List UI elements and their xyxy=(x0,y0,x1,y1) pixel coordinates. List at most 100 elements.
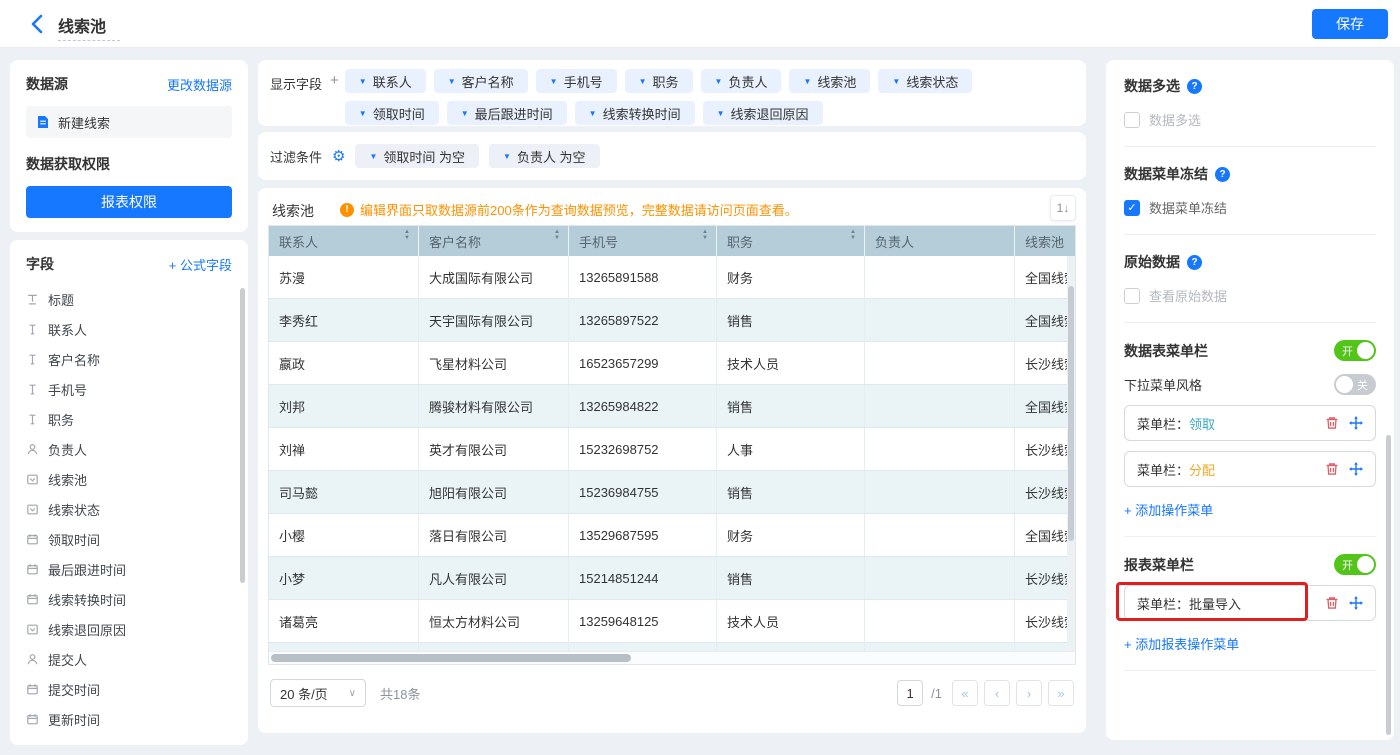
table-row[interactable]: 司马懿旭阳有限公司15236984755销售长沙线索 xyxy=(269,471,1075,514)
table-cell: 技术人员 xyxy=(717,342,865,384)
filter-chip-claimtime[interactable]: ▼领取时间 为空 xyxy=(355,144,479,168)
table-row[interactable]: 李秀红天宇国际有限公司13265897522销售全国线索 xyxy=(269,299,1075,342)
column-header-leadpool[interactable]: 线索池 xyxy=(1015,226,1075,256)
help-icon[interactable]: ? xyxy=(1215,167,1230,182)
display-chip-customer[interactable]: ▼客户名称 xyxy=(434,69,528,93)
page-size-select[interactable]: 20 条/页 ∨ xyxy=(270,679,366,707)
column-header-job[interactable]: 职务▲▼ xyxy=(717,226,865,256)
sort-icon[interactable]: ▲▼ xyxy=(850,229,856,241)
scrollbar-thumb[interactable] xyxy=(271,654,631,662)
add-formula-field-link[interactable]: + 公式字段 xyxy=(169,255,232,274)
trash-icon[interactable] xyxy=(1325,416,1339,430)
field-item-leadpool[interactable]: 线索池 xyxy=(26,464,232,494)
field-item-leadstatus[interactable]: 线索状态 xyxy=(26,494,232,524)
display-chip-contact[interactable]: ▼联系人 xyxy=(345,69,426,93)
field-item-lastfollow[interactable]: 最后跟进时间 xyxy=(26,554,232,584)
display-chip-owner[interactable]: ▼负责人 xyxy=(701,69,782,93)
scrollbar-thumb[interactable] xyxy=(1068,286,1074,541)
display-chip-leadpool[interactable]: ▼线索池 xyxy=(789,69,870,93)
display-chip-claimtime[interactable]: ▼领取时间 xyxy=(345,101,439,125)
save-button[interactable]: 保存 xyxy=(1312,9,1388,39)
table-header-row: 联系人▲▼ 客户名称▲▼ 手机号▲▼ 职务▲▼ 负责人 线索池 xyxy=(269,226,1075,256)
prev-page-button[interactable]: ‹ xyxy=(984,680,1010,706)
column-header-phone[interactable]: 手机号▲▼ xyxy=(569,226,717,256)
menu-freeze-checkbox[interactable]: ✓ 数据菜单冻结 xyxy=(1124,198,1376,217)
add-action-menu-link[interactable]: + 添加操作菜单 xyxy=(1124,500,1376,519)
last-page-button[interactable]: » xyxy=(1048,680,1074,706)
sort-icon[interactable]: ▲▼ xyxy=(404,229,410,241)
table-cell: 小樱 xyxy=(269,514,419,556)
table-row[interactable]: 刘禅英才有限公司15232698752人事长沙线索 xyxy=(269,428,1075,471)
add-display-field-button[interactable]: + xyxy=(330,74,339,88)
field-item-updatetime[interactable]: 更新时间 xyxy=(26,704,232,734)
checkbox-checked-icon[interactable]: ✓ xyxy=(1124,200,1140,216)
report-permission-button[interactable]: 报表权限 xyxy=(26,186,232,218)
field-item-job[interactable]: 职务 xyxy=(26,404,232,434)
table-row[interactable]: 诸葛亮恒太方材料公司13259648125技术人员长沙线索 xyxy=(269,600,1075,643)
field-item-converttime[interactable]: 线索转换时间 xyxy=(26,584,232,614)
table-horizontal-scrollbar[interactable] xyxy=(269,651,1075,664)
sort-icon[interactable]: ▲▼ xyxy=(702,229,708,241)
trash-icon[interactable] xyxy=(1325,596,1339,610)
sort-icon[interactable]: ▲▼ xyxy=(554,229,560,241)
display-chip-converttime[interactable]: ▼线索转换时间 xyxy=(575,101,695,125)
table-row-partial[interactable] xyxy=(269,643,1075,651)
trash-icon[interactable] xyxy=(1325,462,1339,476)
field-item-contact[interactable]: 联系人 xyxy=(26,314,232,344)
datasource-item[interactable]: 新建线索 xyxy=(26,106,232,138)
display-chip-lastfollow[interactable]: ▼最后跟进时间 xyxy=(447,101,567,125)
column-header-owner[interactable]: 负责人 xyxy=(865,226,1015,256)
display-chip-returnreason[interactable]: ▼线索退回原因 xyxy=(703,101,823,125)
change-datasource-link[interactable]: 更改数据源 xyxy=(167,75,232,94)
dropdown-style-toggle[interactable]: 关 xyxy=(1334,374,1376,395)
caret-down-icon: ▼ xyxy=(448,77,456,86)
field-item-owner[interactable]: 负责人 xyxy=(26,434,232,464)
field-item-submittime[interactable]: 提交时间 xyxy=(26,674,232,704)
move-icon[interactable] xyxy=(1349,462,1363,476)
move-icon[interactable] xyxy=(1349,596,1363,610)
person-icon xyxy=(26,653,39,666)
caret-down-icon: ▼ xyxy=(715,77,723,86)
back-icon[interactable] xyxy=(28,14,46,34)
help-icon[interactable]: ? xyxy=(1187,79,1202,94)
settings-scrollbar[interactable] xyxy=(1386,435,1391,735)
field-item-customer[interactable]: 客户名称 xyxy=(26,344,232,374)
field-item-claimtime[interactable]: 领取时间 xyxy=(26,524,232,554)
field-item-phone[interactable]: 手机号 xyxy=(26,374,232,404)
report-menu-toggle[interactable]: 开 xyxy=(1334,554,1376,575)
fields-scrollbar[interactable] xyxy=(240,288,245,583)
menu-item-assign[interactable]: 菜单栏：分配 xyxy=(1124,451,1376,487)
checkbox-unchecked-icon[interactable] xyxy=(1124,112,1140,128)
gear-icon[interactable]: ⚙ xyxy=(332,149,345,164)
next-page-button[interactable]: › xyxy=(1016,680,1042,706)
table-menu-toggle[interactable]: 开 xyxy=(1334,340,1376,361)
menu-item-batch-import[interactable]: 菜单栏：批量导入 xyxy=(1124,585,1376,621)
table-row[interactable]: 刘邦腾骏材料有限公司13265984822销售全国线索 xyxy=(269,385,1075,428)
multi-select-checkbox[interactable]: 数据多选 xyxy=(1124,110,1376,129)
field-item-submitter[interactable]: 提交人 xyxy=(26,644,232,674)
menu-item-claim[interactable]: 菜单栏：领取 xyxy=(1124,405,1376,441)
table-vertical-scrollbar[interactable] xyxy=(1067,256,1075,651)
column-header-customer[interactable]: 客户名称▲▼ xyxy=(419,226,569,256)
help-icon[interactable]: ? xyxy=(1187,255,1202,270)
column-header-contact[interactable]: 联系人▲▼ xyxy=(269,226,419,256)
add-report-action-menu-link[interactable]: + 添加报表操作菜单 xyxy=(1124,634,1376,653)
display-chip-leadstatus[interactable]: ▼线索状态 xyxy=(878,69,972,93)
raw-data-checkbox[interactable]: 查看原始数据 xyxy=(1124,286,1376,305)
filter-chip-owner[interactable]: ▼负责人 为空 xyxy=(489,144,600,168)
table-row[interactable]: 嬴政飞星材料公司16523657299技术人员长沙线索 xyxy=(269,342,1075,385)
checkbox-unchecked-icon[interactable] xyxy=(1124,288,1140,304)
table-row[interactable]: 小樱落日有限公司13529687595财务全国线索 xyxy=(269,514,1075,557)
display-chip-job[interactable]: ▼职务 xyxy=(625,69,693,93)
move-icon[interactable] xyxy=(1349,416,1363,430)
table-cell xyxy=(865,557,1015,599)
total-count: 共18条 xyxy=(380,684,420,703)
field-item-returnreason[interactable]: 线索退回原因 xyxy=(26,614,232,644)
sort-order-icon[interactable]: 1↓ xyxy=(1050,195,1076,221)
table-row[interactable]: 小梦凡人有限公司15214851244销售长沙线索 xyxy=(269,557,1075,600)
field-item-title[interactable]: 标题 xyxy=(26,284,232,314)
display-chip-phone[interactable]: ▼手机号 xyxy=(536,69,617,93)
first-page-button[interactable]: « xyxy=(952,680,978,706)
page-number-input[interactable]: 1 xyxy=(897,680,923,706)
table-row[interactable]: 苏漫大成国际有限公司13265891588财务全国线索 xyxy=(269,256,1075,299)
